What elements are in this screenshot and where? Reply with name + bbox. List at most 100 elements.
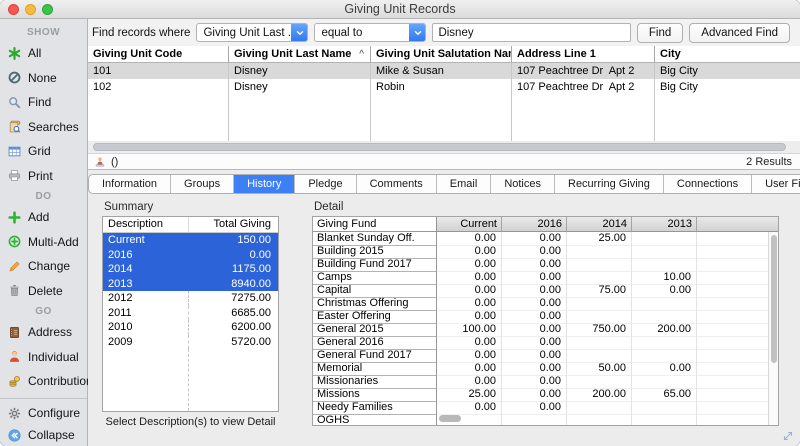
detail-row[interactable]: Building Fund 20170.000.00 — [313, 258, 778, 271]
results-table-body: 101DisneyMike & Susan107 Peachtree Dr Ap… — [88, 63, 800, 141]
scrollbar-thumb[interactable] — [771, 235, 777, 363]
sidebar-item-add[interactable]: Add — [0, 205, 87, 230]
sidebar-divider — [0, 398, 87, 399]
sidebar-item-label: Add — [28, 210, 49, 224]
chevron-down-icon — [291, 23, 308, 42]
tab-user-fields[interactable]: User Fields — [752, 175, 800, 193]
advanced-find-button[interactable]: Advanced Find — [689, 23, 790, 43]
status-bar: () 2 Results — [88, 153, 800, 170]
sidebar-item-configure[interactable]: Configure — [0, 402, 87, 424]
detail-row[interactable]: OGHS — [313, 414, 778, 426]
column-header-giving-unit-code[interactable]: Giving Unit Code — [88, 46, 229, 62]
sidebar-item-label: Configure — [28, 406, 80, 420]
tab-recurring-giving[interactable]: Recurring Giving — [555, 175, 664, 193]
results-horizontal-scrollbar[interactable] — [88, 141, 800, 153]
field-select[interactable]: Giving Unit Last ... — [196, 23, 308, 42]
summary-row[interactable]: 20095720.00 — [103, 335, 278, 350]
search-value-input[interactable] — [432, 23, 630, 42]
summary-row[interactable]: 20141175.00 — [103, 262, 278, 277]
column-header-total-giving[interactable]: Total Giving — [189, 217, 278, 232]
column-header-address-line-1[interactable]: Address Line 1 — [512, 46, 655, 62]
operator-select[interactable]: equal to — [314, 23, 426, 42]
operator-select-value: equal to — [321, 27, 362, 39]
column-header-description[interactable]: Description — [103, 217, 189, 232]
scrollbar-thumb[interactable] — [93, 143, 786, 151]
zoom-button[interactable] — [42, 4, 53, 15]
sidebar-item-searches[interactable]: Searches — [0, 115, 87, 140]
sidebar-item-none[interactable]: None — [0, 66, 87, 91]
detail-row[interactable]: General 2015100.000.00750.00200.00 — [313, 323, 778, 336]
column-header-2014[interactable]: 2014 — [567, 217, 632, 232]
detail-table-body: Blanket Sunday Off.0.000.0025.00Building… — [313, 232, 778, 426]
resize-handle-icon[interactable] — [781, 429, 795, 443]
detail-row[interactable]: General 20160.000.00 — [313, 336, 778, 349]
detail-row[interactable]: Christmas Offering0.000.00 — [313, 297, 778, 310]
detail-row[interactable]: Building 20150.000.00 — [313, 245, 778, 258]
summary-label: Summary — [104, 201, 279, 213]
sidebar-item-individual[interactable]: Individual — [0, 345, 87, 370]
summary-row[interactable]: 20127275.00 — [103, 291, 278, 306]
detail-row[interactable]: Capital0.000.0075.000.00 — [313, 284, 778, 297]
sidebar-item-label: Collapse — [28, 428, 75, 442]
sidebar-item-contribution[interactable]: Contribution — [0, 369, 87, 394]
tab-history[interactable]: History — [234, 175, 295, 193]
summary-row[interactable]: 20160.00 — [103, 248, 278, 263]
minimize-button[interactable] — [25, 4, 36, 15]
detail-vertical-scrollbar[interactable] — [768, 232, 778, 425]
column-header-city[interactable]: City — [655, 46, 800, 62]
tab-pledge[interactable]: Pledge — [295, 175, 356, 193]
find-button[interactable]: Find — [637, 23, 683, 43]
window-title: Giving Unit Records — [344, 2, 455, 16]
detail-row[interactable]: General Fund 20170.000.00 — [313, 349, 778, 362]
column-header-giving-unit-salutation-name[interactable]: Giving Unit Salutation Name — [371, 46, 512, 62]
summary-row[interactable]: 20106200.00 — [103, 320, 278, 335]
column-header-giving-fund[interactable]: Giving Fund — [313, 217, 437, 232]
tab-comments[interactable]: Comments — [357, 175, 437, 193]
section-header-do: DO — [0, 188, 87, 205]
gear-icon — [8, 407, 21, 420]
sidebar-item-find[interactable]: Find — [0, 90, 87, 115]
sidebar-item-delete[interactable]: Delete — [0, 279, 87, 304]
summary-row[interactable]: 20116685.00 — [103, 306, 278, 321]
sidebar-item-label: All — [28, 46, 41, 60]
results-count: 2 Results — [746, 156, 792, 168]
printer-icon — [8, 169, 21, 182]
detail-row[interactable]: Missionaries0.000.00 — [313, 375, 778, 388]
sidebar-item-collapse[interactable]: Collapse — [0, 424, 87, 446]
collapse-icon — [8, 429, 21, 442]
table-row[interactable]: 101DisneyMike & Susan107 Peachtree Dr Ap… — [88, 63, 800, 79]
sidebar-item-label: Delete — [28, 284, 63, 298]
summary-row[interactable]: 20138940.00 — [103, 277, 278, 292]
tab-information[interactable]: Information — [89, 175, 171, 193]
close-button[interactable] — [8, 4, 19, 15]
sidebar-item-change[interactable]: Change — [0, 254, 87, 279]
column-header-current[interactable]: Current — [437, 217, 502, 232]
column-header-2013[interactable]: 2013 — [632, 217, 697, 232]
tab-bar: InformationGroupsHistoryPledgeCommentsEm… — [88, 174, 800, 194]
detail-horizontal-scrollbar[interactable] — [439, 415, 461, 422]
sidebar-item-multi-add[interactable]: Multi-Add — [0, 230, 87, 255]
tab-groups[interactable]: Groups — [171, 175, 234, 193]
detail-panel: Detail Giving FundCurrent201620142013 Bl… — [312, 201, 779, 426]
magnifier-icon — [8, 96, 21, 109]
detail-row[interactable]: Easter Offering0.000.00 — [313, 310, 778, 323]
tab-notices[interactable]: Notices — [491, 175, 555, 193]
sidebar-item-address[interactable]: Address — [0, 320, 87, 345]
sidebar-item-all[interactable]: All — [0, 41, 87, 66]
tab-connections[interactable]: Connections — [664, 175, 752, 193]
detail-row[interactable]: Memorial0.000.0050.000.00 — [313, 362, 778, 375]
detail-row[interactable]: Blanket Sunday Off.0.000.0025.00 — [313, 232, 778, 245]
sidebar-item-label: Address — [28, 325, 72, 339]
detail-row[interactable]: Missions25.000.00200.0065.00 — [313, 388, 778, 401]
tab-email[interactable]: Email — [437, 175, 492, 193]
column-header-2016[interactable]: 2016 — [502, 217, 567, 232]
column-header-giving-unit-last-name[interactable]: Giving Unit Last Name^ — [229, 46, 371, 62]
person-icon — [8, 350, 21, 363]
summary-row[interactable]: Current150.00 — [103, 233, 278, 248]
detail-row[interactable]: Camps0.000.0010.00 — [313, 271, 778, 284]
detail-row[interactable]: Needy Families0.000.00 — [313, 401, 778, 414]
table-row[interactable]: 102DisneyRobin107 Peachtree Dr Apt 2Big … — [88, 79, 800, 95]
sidebar-item-grid[interactable]: Grid — [0, 139, 87, 164]
sidebar-item-print[interactable]: Print — [0, 164, 87, 189]
window-controls — [8, 4, 53, 15]
